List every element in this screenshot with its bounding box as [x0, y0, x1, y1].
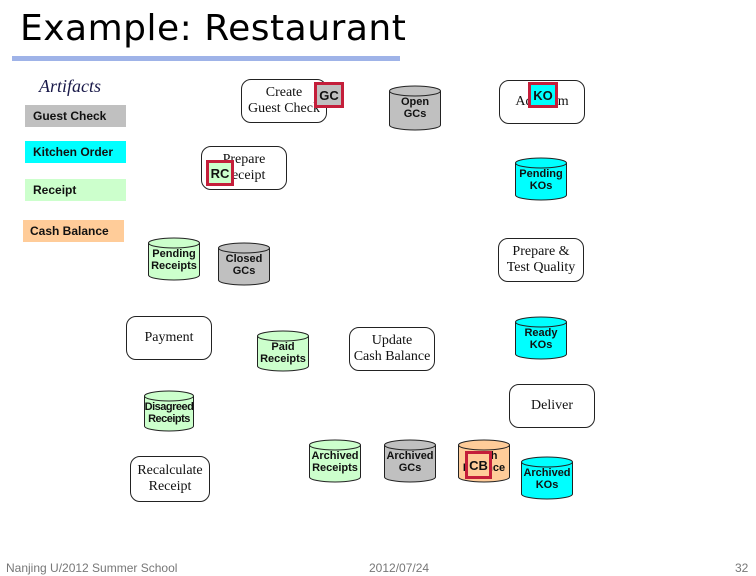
repo-disagreed-receipts: Disagreed Receipts — [144, 390, 194, 432]
process-payment: Payment — [126, 316, 212, 360]
footer-institution: Nanjing U/2012 Summer School — [6, 561, 178, 575]
repo-open-gcs: Open GCs — [389, 85, 441, 131]
repo-archived-kos: Archived KOs — [521, 456, 573, 500]
title-underline — [12, 56, 400, 61]
repo-archived-receipts: Archived Receipts — [309, 439, 361, 483]
process-prepare-test-quality: Prepare & Test Quality — [498, 238, 584, 282]
repo-closed-gcs: Closed GCs — [218, 242, 270, 286]
repo-archived-gcs: Archived GCs — [384, 439, 436, 483]
slide-title: Example: Restaurant — [20, 8, 407, 49]
repo-ready-kos: Ready KOs — [515, 316, 567, 360]
legend-cash-balance: Cash Balance — [23, 220, 124, 242]
tag-kitchen-order: KO — [528, 82, 558, 108]
process-recalculate-receipt: Recalculate Receipt — [130, 456, 210, 502]
process-update-cash-balance: Update Cash Balance — [349, 327, 435, 371]
legend-receipt: Receipt — [25, 179, 126, 201]
footer-date: 2012/07/24 — [369, 561, 430, 575]
tag-cash-balance: CB — [465, 451, 492, 479]
artifacts-heading: Artifacts — [39, 76, 101, 96]
tag-receipt: RC — [206, 160, 234, 186]
repo-pending-receipts: Pending Receipts — [148, 237, 200, 281]
footer-page-number: 32 — [735, 561, 749, 575]
legend-kitchen-order: Kitchen Order — [25, 141, 126, 163]
repo-paid-receipts: Paid Receipts — [257, 330, 309, 372]
tag-guest-check: GC — [314, 82, 344, 108]
legend-guest-check: Guest Check — [25, 105, 126, 127]
repo-pending-kos: Pending KOs — [515, 157, 567, 201]
process-deliver: Deliver — [509, 384, 595, 428]
